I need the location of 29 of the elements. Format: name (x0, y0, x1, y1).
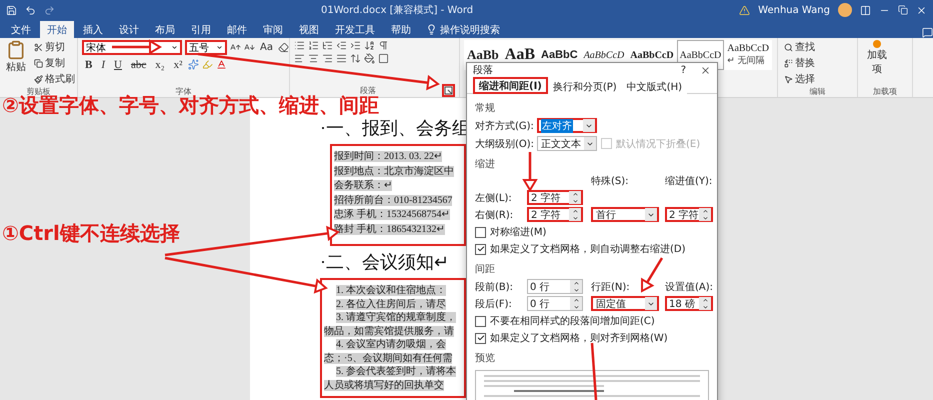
checkbox-label: 如果定义了文档网格，则对齐到网格(W) (490, 332, 668, 345)
checkbox-label: 对称缩进(M) (490, 226, 546, 239)
group-label: 段落 (360, 86, 376, 96)
group-label: 加载项 (872, 87, 898, 97)
section-heading: 间距 (475, 263, 496, 276)
group-label: 字体 (174, 87, 192, 96)
field-label: 左侧(L): (475, 192, 513, 204)
annotation-text: ①Ctrl键不连续选择 (2, 222, 180, 244)
field-label: 段后(F): (475, 298, 513, 310)
section-heading: 预览 (475, 352, 496, 365)
field-label: 缩进值(Y): (665, 174, 714, 188)
field-label: 行距(N): (591, 280, 631, 294)
field-label: 对齐方式(G): (475, 120, 533, 132)
field-label: 段前(B): (475, 280, 514, 294)
user-name: Wenhua Wang (758, 4, 830, 16)
annotation-text: ②设置字体、字号、对齐方式、缩进、间距 (2, 94, 379, 116)
group-label: 编辑 (808, 87, 826, 97)
section-heading: 常规 (475, 102, 496, 115)
field-label: 特殊(S): (591, 174, 630, 188)
group-label: 剪贴板 (26, 87, 50, 96)
window-title: 01Word.docx [兼容模式] - Word (320, 4, 474, 17)
field-label: 大纲级别(O): (475, 138, 533, 150)
section-heading: 缩进 (475, 158, 496, 171)
field-label: 设置值(A): (665, 280, 714, 294)
checkbox-label: 默认情况下折叠(E) (616, 138, 700, 150)
field-label: 右侧(R): (475, 208, 514, 222)
checkbox-label: 不要在相同样式的段落间增加间距(C) (490, 314, 655, 328)
checkbox-label: 如果定义了文档网格，则自动调整右缩进(D) (490, 242, 686, 256)
document-heading: ·二、会议须知↵ (320, 251, 450, 274)
